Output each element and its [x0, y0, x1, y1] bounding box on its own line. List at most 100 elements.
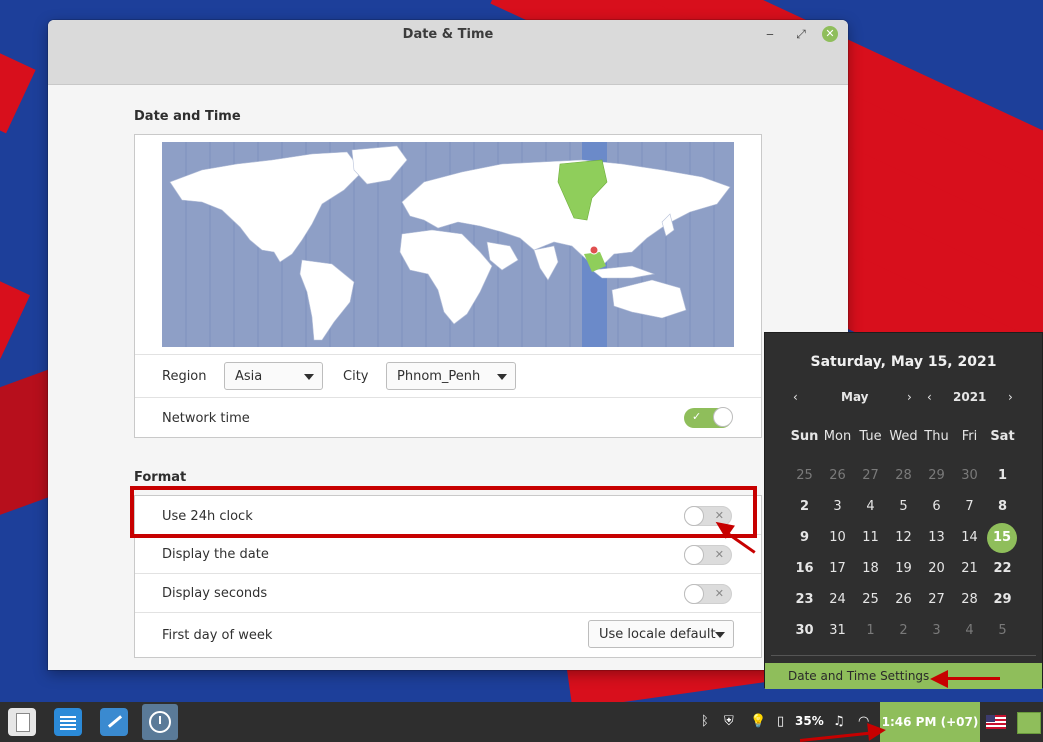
- calendar-day[interactable]: 30: [788, 617, 821, 645]
- maximize-button[interactable]: ⤢: [793, 26, 809, 42]
- first-day-row: First day of week Use locale default: [135, 612, 761, 658]
- prev-month-button[interactable]: ‹: [793, 390, 798, 404]
- calendar-day[interactable]: 5: [986, 617, 1019, 645]
- calendar-day[interactable]: 27: [920, 586, 953, 614]
- calendar-day-today[interactable]: 15: [987, 523, 1017, 553]
- region-city-row: Region Asia City Phnom_Penh: [135, 354, 761, 397]
- calendar-day[interactable]: 12: [887, 524, 920, 552]
- checkmark-icon: ✓: [692, 410, 702, 423]
- first-day-value: Use locale default: [599, 627, 716, 642]
- us-flag-keyboard-icon[interactable]: [986, 715, 1006, 729]
- calendar-day[interactable]: 4: [953, 617, 986, 645]
- files-launcher-icon[interactable]: [8, 708, 36, 736]
- calendar-day[interactable]: 1: [854, 617, 887, 645]
- next-year-button[interactable]: ›: [1008, 390, 1013, 404]
- date-time-settings-button[interactable]: Date and Time Settings: [765, 663, 1042, 689]
- region-dropdown[interactable]: Asia: [224, 362, 323, 390]
- calendar-day[interactable]: 22: [986, 555, 1019, 583]
- weekday-label: Fri: [961, 429, 978, 444]
- close-button[interactable]: ✕: [822, 26, 838, 42]
- shield-icon[interactable]: ⛨: [724, 714, 734, 729]
- notes-launcher-icon[interactable]: [100, 708, 128, 736]
- calendar-day[interactable]: 6: [920, 493, 953, 521]
- calendar-day[interactable]: 5: [887, 493, 920, 521]
- network-time-switch[interactable]: ✓: [684, 407, 733, 428]
- x-icon: ✕: [714, 587, 724, 600]
- music-icon[interactable]: ♫: [833, 714, 845, 729]
- calendar-day[interactable]: 7: [953, 493, 986, 521]
- x-icon: ✕: [714, 548, 724, 561]
- minimize-button[interactable]: ‒: [762, 26, 778, 42]
- display-seconds-row: Display seconds ✕: [135, 573, 761, 613]
- display-seconds-label: Display seconds: [162, 586, 268, 601]
- window-titlebar: Date & Time ‒ ⤢ ✕: [48, 20, 848, 85]
- calendar-day[interactable]: 29: [986, 586, 1019, 614]
- weekday-label: Wed: [889, 429, 918, 444]
- calendar-day[interactable]: 3: [920, 617, 953, 645]
- calendar-month: May: [841, 390, 869, 404]
- calendar-day[interactable]: 13: [920, 524, 953, 552]
- calendar-day[interactable]: 19: [887, 555, 920, 583]
- date-time-window: Date & Time ‒ ⤢ ✕ Date and Time Region A…: [48, 20, 848, 670]
- calendar-day[interactable]: 16: [788, 555, 821, 583]
- chevron-down-icon: [304, 374, 314, 380]
- switch-knob: [684, 545, 704, 565]
- network-time-row: Network time ✓: [135, 397, 761, 438]
- calendar-day[interactable]: 31: [821, 617, 854, 645]
- calendar-divider: [771, 655, 1036, 656]
- display-date-switch[interactable]: ✕: [684, 545, 732, 565]
- display-seconds-switch[interactable]: ✕: [684, 584, 732, 604]
- calendar-day[interactable]: 25: [788, 462, 821, 490]
- calendar-popup: Saturday, May 15, 2021 ‹ May › ‹ 2021 › …: [764, 332, 1043, 689]
- format-section-title: Format: [134, 470, 187, 485]
- timezone-map[interactable]: [162, 142, 734, 347]
- calendar-day[interactable]: 21: [953, 555, 986, 583]
- chevron-down-icon: [715, 632, 725, 638]
- weekday-label: Thu: [924, 429, 949, 444]
- calendar-day[interactable]: 14: [953, 524, 986, 552]
- next-month-button[interactable]: ›: [907, 390, 912, 404]
- calendar-date-header: Saturday, May 15, 2021: [810, 354, 997, 370]
- calendar-day[interactable]: 1: [986, 462, 1019, 490]
- display-date-label: Display the date: [162, 547, 269, 562]
- clock-launcher-icon[interactable]: [142, 704, 178, 740]
- city-dropdown[interactable]: Phnom_Penh: [386, 362, 516, 390]
- first-day-dropdown[interactable]: Use locale default: [588, 620, 734, 648]
- panel-clock[interactable]: 1:46 PM (+07): [880, 702, 980, 742]
- show-desktop-icon[interactable]: [1017, 712, 1041, 734]
- calendar-day[interactable]: 18: [854, 555, 887, 583]
- calendar-day[interactable]: 28: [887, 462, 920, 490]
- calendar-day[interactable]: 26: [887, 586, 920, 614]
- calendar-day[interactable]: 24: [821, 586, 854, 614]
- calendar-day[interactable]: 9: [788, 524, 821, 552]
- text-editor-launcher-icon[interactable]: [54, 708, 82, 736]
- highlight-annotation-box: [130, 486, 757, 538]
- battery-icon[interactable]: ▯: [777, 714, 784, 729]
- bluetooth-icon[interactable]: ᛒ: [701, 714, 709, 729]
- calendar-day[interactable]: 4: [854, 493, 887, 521]
- calendar-day[interactable]: 2: [788, 493, 821, 521]
- region-label: Region: [162, 369, 207, 384]
- weekday-label: Sat: [990, 429, 1015, 444]
- calendar-day[interactable]: 23: [788, 586, 821, 614]
- calendar-day[interactable]: 11: [854, 524, 887, 552]
- weekday-label: Tue: [859, 429, 882, 444]
- calendar-day[interactable]: 27: [854, 462, 887, 490]
- calendar-day[interactable]: 30: [953, 462, 986, 490]
- calendar-day[interactable]: 8: [986, 493, 1019, 521]
- calendar-day[interactable]: 29: [920, 462, 953, 490]
- calendar-day[interactable]: 10: [821, 524, 854, 552]
- calendar-day[interactable]: 28: [953, 586, 986, 614]
- calendar-day[interactable]: 25: [854, 586, 887, 614]
- calendar-day[interactable]: 17: [821, 555, 854, 583]
- lightbulb-icon[interactable]: 💡: [750, 714, 766, 729]
- chevron-down-icon: [497, 374, 507, 380]
- calendar-day[interactable]: 3: [821, 493, 854, 521]
- switch-knob: [713, 407, 733, 427]
- calendar-day[interactable]: 20: [920, 555, 953, 583]
- calendar-day[interactable]: 2: [887, 617, 920, 645]
- prev-year-button[interactable]: ‹: [927, 390, 932, 404]
- region-value: Asia: [235, 369, 263, 384]
- network-time-label: Network time: [162, 411, 250, 426]
- calendar-day[interactable]: 26: [821, 462, 854, 490]
